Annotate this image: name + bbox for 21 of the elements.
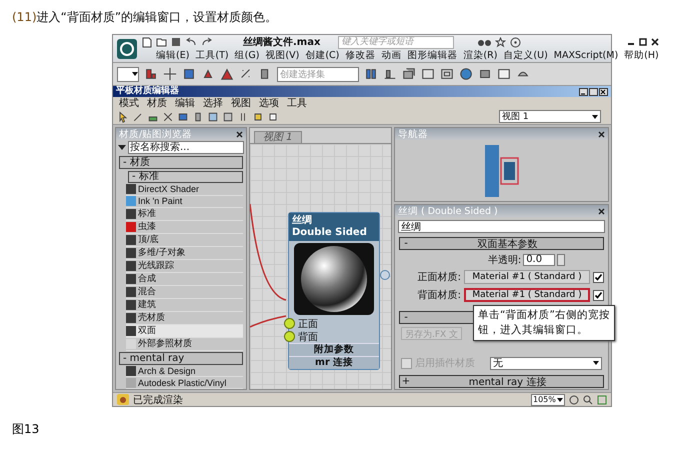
rollout-title: mental ray 连接 <box>468 376 548 388</box>
field-label: 正面材质: <box>416 270 461 284</box>
panel-title: 材质/贴图浏览器 <box>119 128 192 140</box>
note-tooltip: 单击“背面材质”右侧的宽按钮，进入其编辑窗口。 <box>473 305 615 341</box>
node-subtitle: Double Sided <box>292 227 368 239</box>
panel-title: 丝绸 ( Double Sided ) <box>398 204 498 218</box>
status-text: 已完成渲染 <box>133 394 183 406</box>
step-caption: (11)进入“背面材质”的编辑窗口，设置材质颜色。 <box>12 9 278 25</box>
rollout-sign: + <box>400 376 412 387</box>
figure-label: 图13 <box>12 421 40 438</box>
rollout-sign: - <box>403 312 409 323</box>
field-label: 半透明: <box>488 254 522 267</box>
rollout-title: 双面基本参数 <box>476 238 538 250</box>
editor-title: 平板材质编辑器 <box>116 86 179 97</box>
node-title: 丝绸 <box>292 215 313 227</box>
window-title: 丝绸酱文件.max <box>243 36 320 49</box>
field-label: 背面材质: <box>416 288 461 302</box>
panel-title: 导航器 <box>398 128 428 140</box>
slot-label: 正面 <box>298 318 318 330</box>
rollout-sign: - <box>403 238 409 249</box>
slot-label: 背面 <box>298 330 318 344</box>
